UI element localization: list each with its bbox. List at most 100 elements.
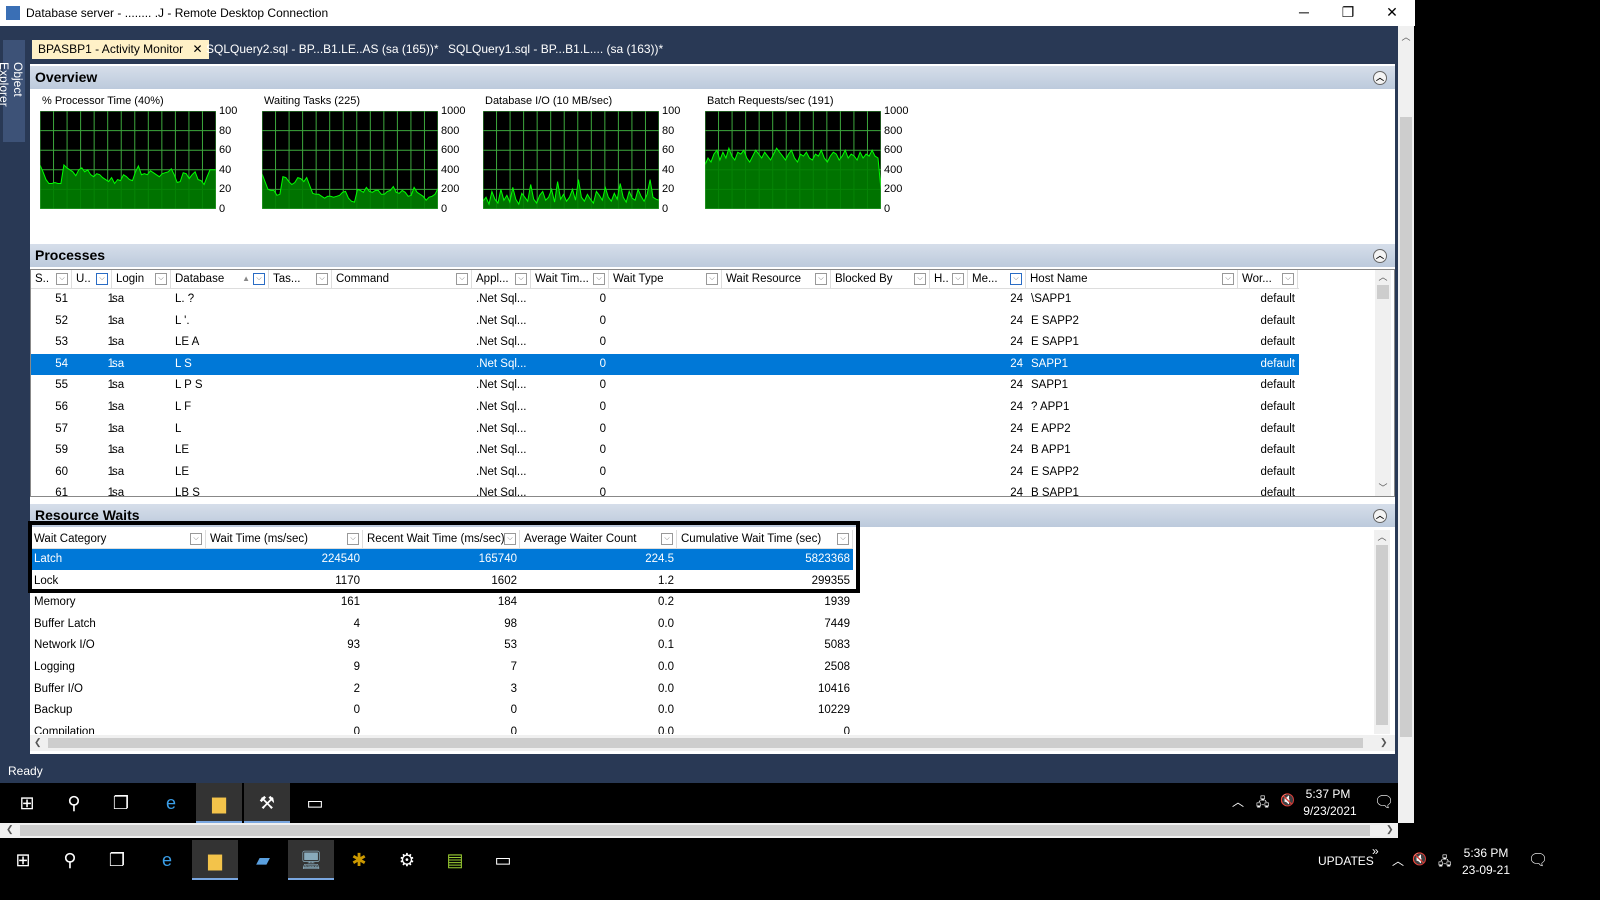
column-header[interactable]: Wait Resource ⌵: [722, 270, 831, 288]
network-icon[interactable]: 🖧: [1438, 852, 1451, 873]
column-header[interactable]: Host Name ⌵: [1026, 270, 1238, 288]
filter-dropdown-icon[interactable]: ⌵: [456, 273, 468, 285]
task-view-icon[interactable]: ❐: [94, 840, 140, 880]
remote-vertical-scrollbar[interactable]: ︿: [1398, 26, 1414, 823]
app-icon[interactable]: ▰: [240, 840, 286, 880]
filter-dropdown-icon[interactable]: ⌵: [952, 273, 964, 285]
y-tick-label: 600: [441, 144, 460, 157]
app-icon[interactable]: ✱: [336, 840, 382, 880]
overview-header[interactable]: Overview ︿: [30, 66, 1395, 89]
table-row[interactable]: 59 1 sa LE .Net Sql... 0 24 B APP1 default: [31, 440, 1299, 461]
scroll-left-icon[interactable]: ❮: [34, 737, 42, 748]
notifications-icon[interactable]: 🗨: [1374, 792, 1394, 812]
filter-dropdown-icon[interactable]: ⌵: [593, 273, 605, 285]
scroll-right-icon[interactable]: ❯: [1380, 737, 1388, 748]
column-header[interactable]: Tas... ⌵: [269, 270, 332, 288]
horizontal-scrollbar[interactable]: ❮ ❯: [30, 735, 1395, 751]
table-row[interactable]: 53 1 sa LE A .Net Sql... 0 24 E SAPP1 default: [31, 332, 1299, 353]
column-header[interactable]: Blocked By ⌵: [831, 270, 930, 288]
file-explorer-icon[interactable]: ▆: [192, 840, 238, 880]
column-header[interactable]: Wor... ⌵: [1238, 270, 1298, 288]
column-header[interactable]: Appl... ⌵: [472, 270, 531, 288]
table-row[interactable]: Compilation 0 0 0.0 0: [30, 722, 853, 734]
filter-dropdown-icon[interactable]: ⌵: [515, 273, 527, 285]
table-row[interactable]: 54 1 sa L S .Net Sql... 0 24 SAPP1 default: [31, 353, 1299, 375]
tray-chevron-icon[interactable]: ︿: [1392, 852, 1404, 869]
updates-toolbar[interactable]: UPDATES: [1318, 854, 1374, 868]
filter-dropdown-icon[interactable]: ⌵: [96, 273, 108, 285]
table-row[interactable]: 55 1 sa L P S .Net Sql... 0 24 SAPP1 default: [31, 375, 1299, 396]
cmd-icon[interactable]: ▭: [480, 840, 526, 880]
column-header[interactable]: Command ⌵: [332, 270, 472, 288]
volume-muted-icon[interactable]: 🔇: [1412, 852, 1427, 866]
table-row[interactable]: Memory 161 184 0.2 1939: [30, 592, 853, 613]
clock-date[interactable]: 9/23/2021: [1298, 804, 1362, 818]
remote-desktop-icon[interactable]: 🖥: [288, 840, 334, 880]
collapse-icon[interactable]: ︿: [1373, 249, 1387, 263]
column-header[interactable]: U.. ⌵: [72, 270, 112, 288]
cmd-icon[interactable]: ▭: [292, 783, 338, 823]
table-row[interactable]: Buffer Latch 4 98 0.0 7449: [30, 614, 853, 635]
ie-icon[interactable]: e: [148, 783, 194, 823]
toolbar-chevron-icon[interactable]: »: [1372, 844, 1379, 858]
filter-dropdown-icon[interactable]: ⌵: [1282, 273, 1294, 285]
settings-icon[interactable]: ⚙: [384, 840, 430, 880]
filter-dropdown-icon[interactable]: ⌵: [56, 273, 68, 285]
collapse-icon[interactable]: ︿: [1373, 71, 1387, 85]
remote-horizontal-scrollbar[interactable]: ❮ ❯: [0, 823, 1398, 838]
column-header[interactable]: Wait Type ⌵: [609, 270, 722, 288]
clock-time[interactable]: 5:37 PM: [1298, 787, 1358, 801]
ie-icon[interactable]: e: [144, 840, 190, 880]
tray-chevron-icon[interactable]: ︿: [1232, 793, 1244, 810]
filter-dropdown-icon[interactable]: ⌵: [1010, 273, 1022, 285]
filter-dropdown-icon[interactable]: ⌵: [1222, 273, 1234, 285]
close-button[interactable]: ✕: [1370, 0, 1414, 26]
notifications-icon[interactable]: 🗨: [1528, 850, 1548, 870]
notepad-icon[interactable]: ▤: [432, 840, 478, 880]
volume-muted-icon[interactable]: 🔇: [1280, 793, 1295, 807]
table-row[interactable]: Buffer I/O 2 3 0.0 10416: [30, 679, 853, 700]
table-row[interactable]: 56 1 sa L F .Net Sql... 0 24 ? APP1 default: [31, 397, 1299, 418]
filter-dropdown-icon[interactable]: ⌵: [914, 273, 926, 285]
network-icon[interactable]: 🖧: [1256, 793, 1269, 814]
start-icon[interactable]: ⊞: [0, 840, 46, 880]
restore-button[interactable]: ❐: [1326, 0, 1370, 26]
search-icon[interactable]: ⚲: [47, 840, 93, 880]
column-header[interactable]: H.. ⌵: [930, 270, 968, 288]
collapse-icon[interactable]: ︿: [1373, 509, 1387, 523]
column-header[interactable]: S.. ⌵: [31, 270, 72, 288]
y-tick-label: 40: [662, 163, 675, 176]
column-header[interactable]: Wait Tim... ⌵: [531, 270, 609, 288]
resource-waits-scrollbar[interactable]: ︿: [1374, 530, 1390, 734]
table-row[interactable]: 57 1 sa L .Net Sql... 0 24 E APP2 default: [31, 419, 1299, 440]
table-row[interactable]: Backup 0 0 0.0 10229: [30, 700, 853, 721]
search-icon[interactable]: ⚲: [51, 783, 97, 823]
filter-dropdown-icon[interactable]: ⌵: [815, 273, 827, 285]
tab-sqlquery1[interactable]: SQLQuery1.sql - BP...B1.L.... (sa (163))…: [442, 40, 669, 59]
column-header[interactable]: Me... ⌵: [968, 270, 1026, 288]
ssms-icon[interactable]: ⚒: [244, 783, 290, 823]
table-row[interactable]: 52 1 sa L '. .Net Sql... 0 24 E SAPP2 default: [31, 311, 1299, 332]
processes-header[interactable]: Processes ︿: [30, 244, 1395, 267]
clock-time[interactable]: 5:36 PM: [1460, 846, 1512, 860]
processes-scrollbar[interactable]: ︿ ﹀: [1375, 270, 1391, 496]
table-row[interactable]: 51 1 sa L. ? .Net Sql... 0 24 \SAPP1 default: [31, 289, 1299, 310]
file-explorer-icon[interactable]: ▆: [196, 783, 242, 823]
minimize-button[interactable]: ─: [1282, 0, 1326, 26]
task-view-icon[interactable]: ❐: [98, 783, 144, 823]
filter-dropdown-icon[interactable]: ⌵: [316, 273, 328, 285]
table-row[interactable]: Network I/O 93 53 0.1 5083: [30, 635, 853, 656]
filter-dropdown-icon[interactable]: ⌵: [155, 273, 167, 285]
table-row[interactable]: 61 1 sa LB S .Net Sql... 0 24 B SAPP1 default: [31, 483, 1299, 496]
start-icon[interactable]: ⊞: [4, 783, 50, 823]
column-header[interactable]: Database ⌵ ▲: [171, 270, 269, 288]
object-explorer-tab[interactable]: Object Explorer: [0, 40, 25, 142]
table-row[interactable]: Logging 9 7 0.0 2508: [30, 657, 853, 678]
column-header[interactable]: Login ⌵: [112, 270, 171, 288]
clock-date[interactable]: 23-09-21: [1460, 863, 1512, 877]
tab-sqlquery2[interactable]: SQLQuery2.sql - BP...B1.LE..AS (sa (165)…: [200, 40, 445, 59]
filter-dropdown-icon[interactable]: ⌵: [253, 273, 265, 285]
table-row[interactable]: 60 1 sa LE .Net Sql... 0 24 E SAPP2 default: [31, 462, 1299, 483]
filter-dropdown-icon[interactable]: ⌵: [706, 273, 718, 285]
tab-activity-monitor[interactable]: BPASBP1 - Activity Monitor ✕: [32, 40, 209, 59]
